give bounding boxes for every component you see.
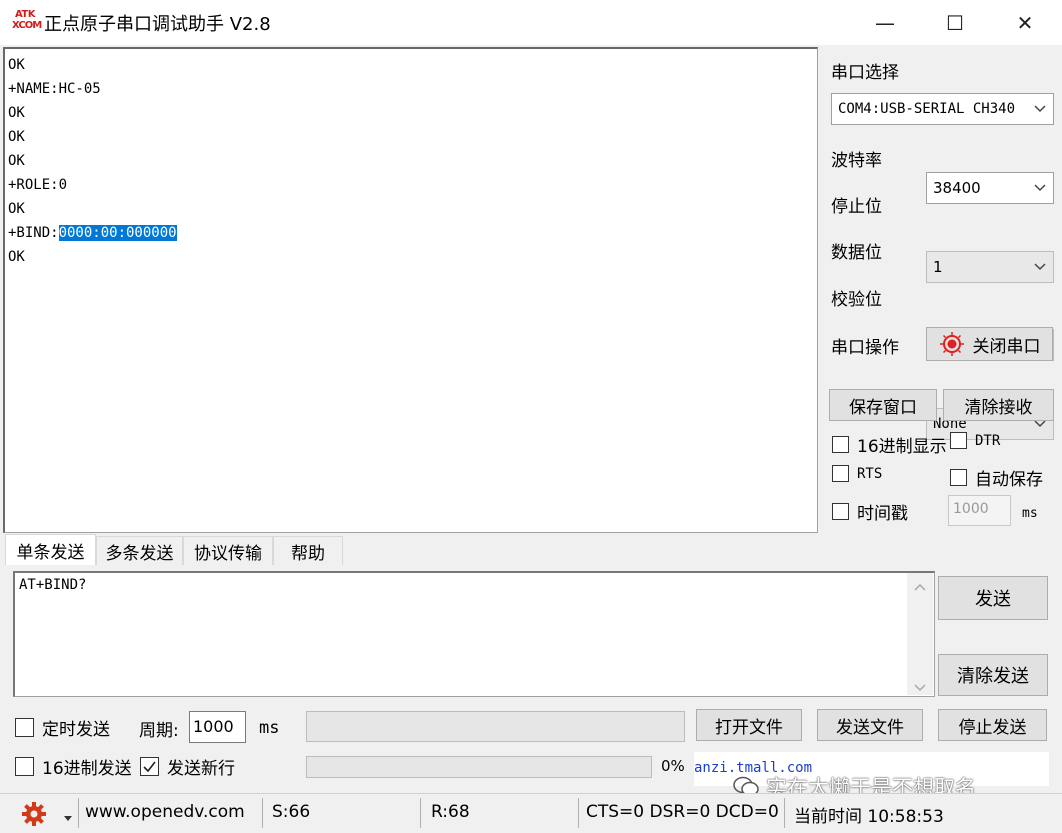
clear-send-button[interactable]: 清除发送 — [938, 654, 1048, 696]
auto-save-label: 自动保存 — [975, 470, 1043, 490]
port-value: COM4:USB-SERIAL CH340 — [838, 101, 1016, 117]
checkbox-box — [15, 718, 34, 737]
data-bits-label: 数据位 — [831, 243, 882, 263]
title-bar: ATK XCOM 正点原子串口调试助手 V2.8 — ☐ ✕ — [0, 0, 1062, 45]
send-progress-bar — [306, 756, 652, 778]
port-select[interactable]: COM4:USB-SERIAL CH340 — [831, 93, 1054, 125]
send-scrollbar[interactable] — [907, 573, 933, 695]
bind-prefix: +BIND: — [8, 225, 59, 241]
status-separator — [420, 798, 421, 828]
rts-label: RTS — [857, 465, 883, 482]
scroll-up-icon[interactable] — [914, 581, 926, 594]
auto-save-checkbox[interactable]: 自动保存 — [950, 465, 1043, 490]
checkbox-box — [832, 436, 849, 453]
send-newline-label: 发送新行 — [167, 759, 235, 779]
send-newline-checkbox[interactable]: 发送新行 — [140, 754, 235, 779]
chevron-down-icon — [1033, 180, 1047, 194]
period-label: 周期: — [139, 721, 179, 741]
receive-line: OK — [8, 153, 25, 169]
send-input[interactable]: AT+BIND? — [13, 571, 935, 697]
status-separator — [262, 798, 263, 828]
port-section-label: 串口选择 — [831, 63, 899, 83]
hex-display-checkbox[interactable]: 16进制显示 — [832, 432, 947, 457]
period-unit: ms — [259, 718, 280, 738]
checkbox-box — [832, 503, 849, 520]
chevron-down-icon — [1033, 101, 1047, 115]
timestamp-ms-unit: ms — [1022, 506, 1038, 521]
timestamp-label: 时间戳 — [857, 504, 908, 524]
stop-bits-value: 1 — [933, 258, 943, 276]
app-logo-icon: ATK XCOM — [12, 9, 42, 31]
checkbox-box — [15, 757, 34, 776]
baud-label: 波特率 — [831, 151, 882, 171]
save-window-button[interactable]: 保存窗口 — [829, 389, 937, 421]
receive-line: OK — [8, 201, 25, 217]
close-icon: ✕ — [1016, 10, 1034, 35]
checkbox-box — [950, 432, 967, 449]
parity-label: 校验位 — [831, 290, 882, 310]
checkbox-box — [950, 469, 967, 486]
timestamp-checkbox[interactable]: 时间戳 — [832, 499, 908, 524]
stop-send-button[interactable]: 停止发送 — [938, 709, 1047, 741]
tab-single-send[interactable]: 单条发送 — [5, 534, 96, 565]
close-port-label: 关闭串口 — [972, 336, 1041, 357]
receive-line: OK — [8, 129, 25, 145]
clear-receive-button[interactable]: 清除接收 — [943, 389, 1054, 421]
timed-send-checkbox[interactable]: 定时发送 — [15, 715, 110, 740]
port-status-icon — [939, 331, 965, 357]
dropdown-arrow-icon[interactable] — [63, 808, 73, 828]
open-file-button[interactable]: 打开文件 — [696, 709, 802, 741]
send-text: AT+BIND? — [19, 577, 87, 593]
checkbox-box — [832, 465, 849, 482]
scroll-down-icon[interactable] — [914, 677, 926, 697]
baud-select[interactable]: 38400 — [926, 172, 1054, 204]
close-button[interactable]: ✕ — [990, 0, 1060, 45]
status-separator — [578, 798, 579, 828]
maximize-icon: ☐ — [946, 10, 964, 35]
minimize-button[interactable]: — — [850, 0, 920, 45]
close-port-button[interactable]: 关闭串口 — [926, 327, 1053, 361]
signal-status: CTS=0 DSR=0 DCD=0 — [586, 802, 779, 822]
file-path-field[interactable] — [306, 711, 685, 742]
checkbox-checked-icon — [140, 757, 159, 776]
period-input[interactable]: 1000 — [189, 711, 246, 743]
tab-multi-send[interactable]: 多条发送 — [96, 536, 183, 565]
receive-line-bind: +BIND:0000:00:000000 — [8, 221, 814, 245]
window-title: 正点原子串口调试助手 V2.8 — [44, 14, 271, 35]
status-separator — [78, 798, 79, 828]
chevron-down-icon — [1033, 259, 1047, 273]
send-button[interactable]: 发送 — [938, 576, 1048, 620]
hex-send-label: 16进制发送 — [42, 759, 132, 779]
receive-area[interactable]: OK +NAME:HC-05 OK OK OK +ROLE:0 OK +BIND… — [3, 47, 818, 533]
port-operation-label: 串口操作 — [831, 338, 899, 358]
send-file-button[interactable]: 发送文件 — [817, 709, 923, 741]
tab-help[interactable]: 帮助 — [273, 536, 343, 565]
receive-line: OK — [8, 249, 25, 265]
received-count: R:68 — [431, 802, 470, 822]
website-link[interactable]: www.openedv.com — [85, 802, 245, 822]
receive-line: OK — [8, 57, 25, 73]
stop-bits-select[interactable]: 1 — [926, 251, 1054, 283]
rts-checkbox[interactable]: RTS — [832, 465, 882, 482]
current-time: 当前时间 10:58:53 — [794, 807, 944, 827]
hex-display-label: 16进制显示 — [857, 437, 947, 457]
minimize-icon: — — [875, 10, 895, 35]
tab-protocol[interactable]: 协议传输 — [183, 536, 273, 565]
selected-text[interactable]: 0000:00:000000 — [58, 225, 177, 241]
stop-bits-label: 停止位 — [831, 197, 882, 217]
maximize-button[interactable]: ☐ — [920, 0, 990, 45]
progress-percent: 0% — [661, 757, 685, 775]
dtr-checkbox[interactable]: DTR — [950, 432, 1000, 449]
baud-value: 38400 — [933, 179, 981, 197]
sent-count: S:66 — [272, 802, 311, 822]
dtr-label: DTR — [975, 432, 1001, 449]
receive-line: +NAME:HC-05 — [8, 81, 101, 97]
receive-line: OK — [8, 105, 25, 121]
timed-send-label: 定时发送 — [42, 720, 110, 740]
status-separator — [784, 798, 785, 828]
receive-line: +ROLE:0 — [8, 177, 68, 193]
timestamp-ms-input[interactable]: 1000 — [948, 495, 1011, 526]
gear-icon[interactable] — [20, 800, 48, 833]
hex-send-checkbox[interactable]: 16进制发送 — [15, 754, 132, 779]
